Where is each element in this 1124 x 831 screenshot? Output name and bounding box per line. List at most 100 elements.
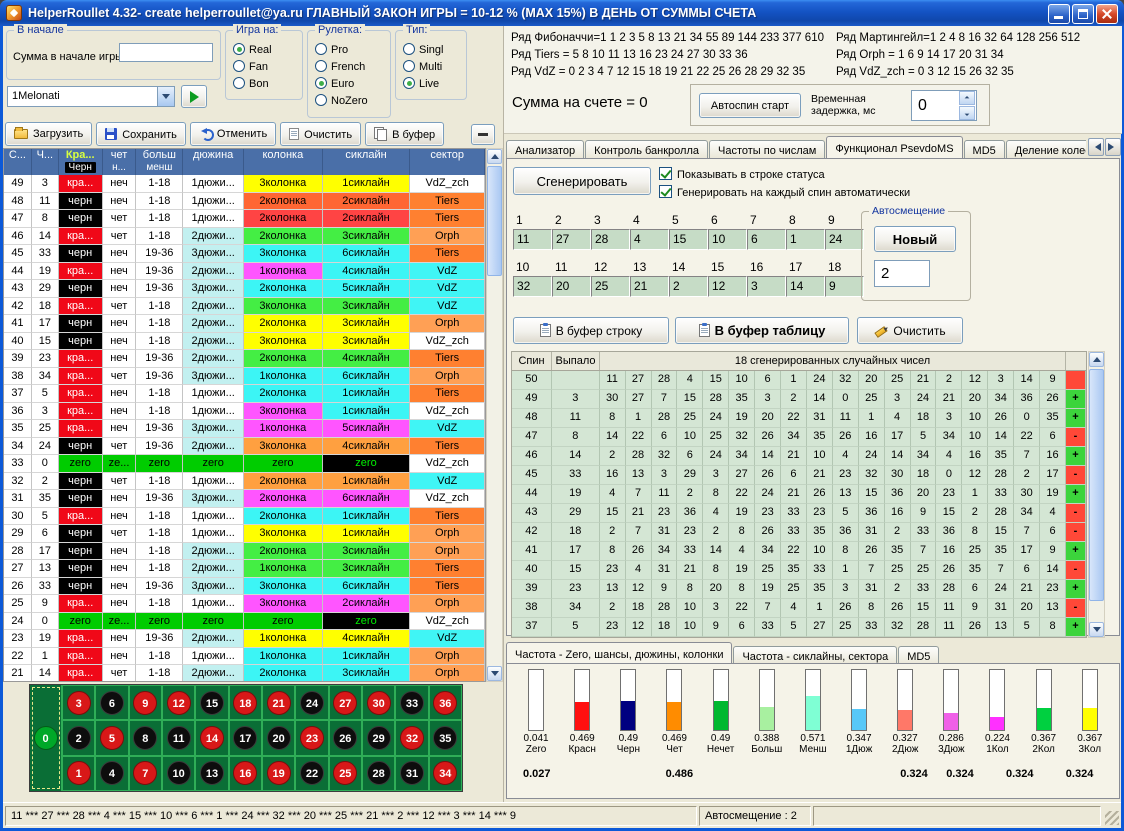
history-row[interactable]: 2713черннеч1-182дюжи...1колонка3сиклайнT… xyxy=(4,560,485,578)
maximize-button[interactable] xyxy=(1072,4,1094,24)
history-row[interactable]: 4614кра...чет1-182дюжи...2колонка3сиклай… xyxy=(4,228,485,246)
tab-1[interactable]: Контроль банкролла xyxy=(585,140,708,159)
board-cell-31[interactable]: 31 xyxy=(395,756,428,791)
autoshift-input[interactable] xyxy=(874,260,930,287)
radio-option-singl[interactable]: Singl xyxy=(396,41,466,58)
board-zero-cell[interactable]: 0 xyxy=(30,685,62,791)
freq-tab-2[interactable]: MD5 xyxy=(898,646,939,664)
radio-option-live[interactable]: Live xyxy=(396,75,466,92)
generator-checkbox-1[interactable]: Генерировать на каждый спин автоматическ… xyxy=(659,185,910,203)
spins-scrollbar[interactable] xyxy=(1088,351,1105,638)
save-button[interactable]: Сохранить xyxy=(96,122,186,146)
resize-grip[interactable] xyxy=(1105,811,1119,825)
tab-5[interactable]: Деление колеса на xyxy=(1006,140,1086,159)
combo-dropdown-icon[interactable] xyxy=(157,87,174,106)
board-cell-33[interactable]: 33 xyxy=(395,685,428,720)
autospin-button[interactable]: Автоспин старт xyxy=(699,93,801,118)
scroll-thumb[interactable] xyxy=(1089,369,1104,601)
board-cell-20[interactable]: 20 xyxy=(262,720,295,755)
history-row[interactable]: 4117черннеч1-182дюжи...2колонка3сиклайнO… xyxy=(4,315,485,333)
board-cell-3[interactable]: 3 xyxy=(62,685,95,720)
board-cell-26[interactable]: 26 xyxy=(329,720,362,755)
tab-scroll-right-icon[interactable] xyxy=(1105,138,1121,156)
history-row[interactable]: 3834кра...чет19-363дюжи...1колонка6сикла… xyxy=(4,368,485,386)
history-row[interactable]: 2633черннеч19-363дюжи...3колонка6сиклайн… xyxy=(4,578,485,596)
collapse-button[interactable] xyxy=(471,124,495,145)
history-row[interactable]: 330zeroze...zerozerozerozeroVdZ_zch xyxy=(4,455,485,473)
scroll-thumb[interactable] xyxy=(487,166,502,276)
board-cell-2[interactable]: 2 xyxy=(62,720,95,755)
board-cell-14[interactable]: 14 xyxy=(195,720,228,755)
radio-option-nozero[interactable]: NoZero xyxy=(308,92,390,109)
generator-checkbox-0[interactable]: Показывать в строке статуса xyxy=(659,167,910,185)
board-cell-15[interactable]: 15 xyxy=(195,685,228,720)
history-row[interactable]: 493кра...неч1-181дюжи...3колонка1сиклайн… xyxy=(4,175,485,193)
history-scrollbar[interactable] xyxy=(486,148,503,682)
history-row[interactable]: 2114кра...чет1-182дюжи...2колонка3сиклай… xyxy=(4,665,485,682)
history-row[interactable]: 4533черннеч19-363дюжи...3колонка6сиклайн… xyxy=(4,245,485,263)
history-row[interactable]: 363кра...неч1-181дюжи...3колонка1сиклайн… xyxy=(4,403,485,421)
board-cell-22[interactable]: 22 xyxy=(295,756,328,791)
history-row[interactable]: 3424чернчет19-362дюжи...3колонка4сиклайн… xyxy=(4,438,485,456)
preset-combobox[interactable]: 1Melonati xyxy=(7,86,175,107)
generate-button[interactable]: Сгенерировать xyxy=(513,167,651,195)
history-row[interactable]: 2817черннеч1-182дюжи...2колонка3сиклайнO… xyxy=(4,543,485,561)
clear-generated-button[interactable]: Очистить xyxy=(857,317,963,344)
tab-0[interactable]: Анализатор xyxy=(506,140,584,159)
scroll-up-icon[interactable] xyxy=(1089,352,1104,367)
radio-option-french[interactable]: French xyxy=(308,58,390,75)
board-cell-7[interactable]: 7 xyxy=(129,756,162,791)
board-cell-28[interactable]: 28 xyxy=(362,756,395,791)
spinner-up-icon[interactable] xyxy=(959,91,975,105)
board-cell-1[interactable]: 1 xyxy=(62,756,95,791)
history-row[interactable]: 322чернчет1-181дюжи...2колонка1сиклайнVd… xyxy=(4,473,485,491)
history-row[interactable]: 3923кра...неч19-362дюжи...2колонка4сикла… xyxy=(4,350,485,368)
history-row[interactable]: 296чернчет1-181дюжи...3колонка1сиклайнOr… xyxy=(4,525,485,543)
board-cell-4[interactable]: 4 xyxy=(95,756,128,791)
tab-scroll-left-icon[interactable] xyxy=(1088,138,1104,156)
scroll-down-icon[interactable] xyxy=(487,666,502,681)
run-button[interactable] xyxy=(181,85,207,108)
history-row[interactable]: 3525кра...неч19-363дюжи...1колонка5сикла… xyxy=(4,420,485,438)
board-cell-36[interactable]: 36 xyxy=(429,685,462,720)
scroll-up-icon[interactable] xyxy=(487,149,502,164)
history-row[interactable]: 2319кра...неч19-362дюжи...1колонка4сикла… xyxy=(4,630,485,648)
board-cell-18[interactable]: 18 xyxy=(229,685,262,720)
board-cell-9[interactable]: 9 xyxy=(129,685,162,720)
board-cell-10[interactable]: 10 xyxy=(162,756,195,791)
board-cell-11[interactable]: 11 xyxy=(162,720,195,755)
load-button[interactable]: Загрузить xyxy=(5,122,92,146)
start-sum-input[interactable] xyxy=(119,43,213,62)
history-row[interactable]: 259кра...неч1-181дюжи...3колонка2сиклайн… xyxy=(4,595,485,613)
title-bar[interactable]: HelperRoullet 4.32- create helperroullet… xyxy=(0,0,1124,26)
radio-option-fan[interactable]: Fan xyxy=(226,58,302,75)
board-cell-34[interactable]: 34 xyxy=(429,756,462,791)
board-cell-6[interactable]: 6 xyxy=(95,685,128,720)
board-cell-13[interactable]: 13 xyxy=(195,756,228,791)
spinner-down-icon[interactable] xyxy=(959,106,975,120)
radio-option-euro[interactable]: Euro xyxy=(308,75,390,92)
board-cell-19[interactable]: 19 xyxy=(262,756,295,791)
board-cell-23[interactable]: 23 xyxy=(295,720,328,755)
board-cell-17[interactable]: 17 xyxy=(229,720,262,755)
board-cell-16[interactable]: 16 xyxy=(229,756,262,791)
history-row[interactable]: 4811черннеч1-181дюжи...2колонка2сиклайнT… xyxy=(4,193,485,211)
radio-option-pro[interactable]: Pro xyxy=(308,41,390,58)
radio-option-bon[interactable]: Bon xyxy=(226,75,302,92)
board-cell-5[interactable]: 5 xyxy=(95,720,128,755)
new-button[interactable]: Новый xyxy=(874,226,956,252)
delay-input[interactable] xyxy=(912,91,958,120)
freq-tab-0[interactable]: Частота - Zero, шансы, дюжины, колонки xyxy=(506,642,732,664)
radio-option-multi[interactable]: Multi xyxy=(396,58,466,75)
buffer-row-button[interactable]: В буфер строку xyxy=(513,317,669,344)
board-cell-12[interactable]: 12 xyxy=(162,685,195,720)
freq-tab-1[interactable]: Частота - сиклайны, сектора xyxy=(733,646,897,664)
board-cell-25[interactable]: 25 xyxy=(329,756,362,791)
board-cell-30[interactable]: 30 xyxy=(362,685,395,720)
history-row[interactable]: 478чернчет1-181дюжи...2колонка2сиклайнTi… xyxy=(4,210,485,228)
history-row[interactable]: 4218кра...чет1-182дюжи...3колонка3сиклай… xyxy=(4,298,485,316)
history-row[interactable]: 4419кра...неч19-362дюжи...1колонка4сикла… xyxy=(4,263,485,281)
board-cell-27[interactable]: 27 xyxy=(329,685,362,720)
history-row[interactable]: 221кра...неч1-181дюжи...1колонка1сиклайн… xyxy=(4,648,485,666)
board-cell-29[interactable]: 29 xyxy=(362,720,395,755)
